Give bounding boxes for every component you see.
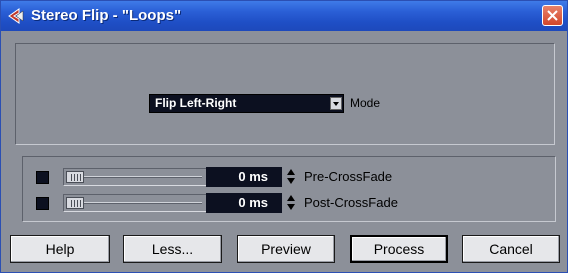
window-title: Stereo Flip - "Loops" xyxy=(31,7,182,24)
pre-crossfade-row: 0 ms Pre-CrossFade xyxy=(23,167,555,187)
post-crossfade-value[interactable]: 0 ms xyxy=(206,193,282,213)
preview-button[interactable]: Preview xyxy=(237,235,335,263)
slider-thumb[interactable] xyxy=(66,171,84,183)
mode-selected-value: Flip Left-Right xyxy=(155,96,237,110)
close-icon xyxy=(547,10,558,21)
mode-label: Mode xyxy=(350,96,381,110)
post-crossfade-checkbox[interactable] xyxy=(36,197,49,210)
chevron-down-icon[interactable] xyxy=(330,97,342,110)
post-crossfade-spinner-icon[interactable] xyxy=(286,194,296,212)
pre-crossfade-checkbox[interactable] xyxy=(36,171,49,184)
slider-thumb[interactable] xyxy=(66,197,84,209)
help-button[interactable]: Help xyxy=(10,235,110,263)
cancel-button[interactable]: Cancel xyxy=(462,235,560,263)
app-logo-icon xyxy=(7,8,25,24)
post-crossfade-label: Post-CrossFade xyxy=(304,195,398,210)
less-button[interactable]: Less... xyxy=(123,235,222,263)
title-bar[interactable]: Stereo Flip - "Loops" xyxy=(1,1,567,31)
pre-crossfade-slider[interactable] xyxy=(63,168,207,186)
pre-crossfade-spinner-icon[interactable] xyxy=(286,168,296,186)
close-button[interactable] xyxy=(542,5,563,26)
post-crossfade-slider[interactable] xyxy=(63,194,207,212)
crossfade-panel: 0 ms Pre-CrossFade 0 ms Post-CrossFade xyxy=(22,156,556,222)
stereo-flip-dialog: Stereo Flip - "Loops" Flip Left-Right Mo… xyxy=(0,0,568,273)
mode-dropdown[interactable]: Flip Left-Right xyxy=(149,94,344,113)
process-button[interactable]: Process xyxy=(350,235,448,263)
pre-crossfade-label: Pre-CrossFade xyxy=(304,169,393,184)
pre-crossfade-value[interactable]: 0 ms xyxy=(206,167,282,187)
post-crossfade-row: 0 ms Post-CrossFade xyxy=(23,193,555,213)
